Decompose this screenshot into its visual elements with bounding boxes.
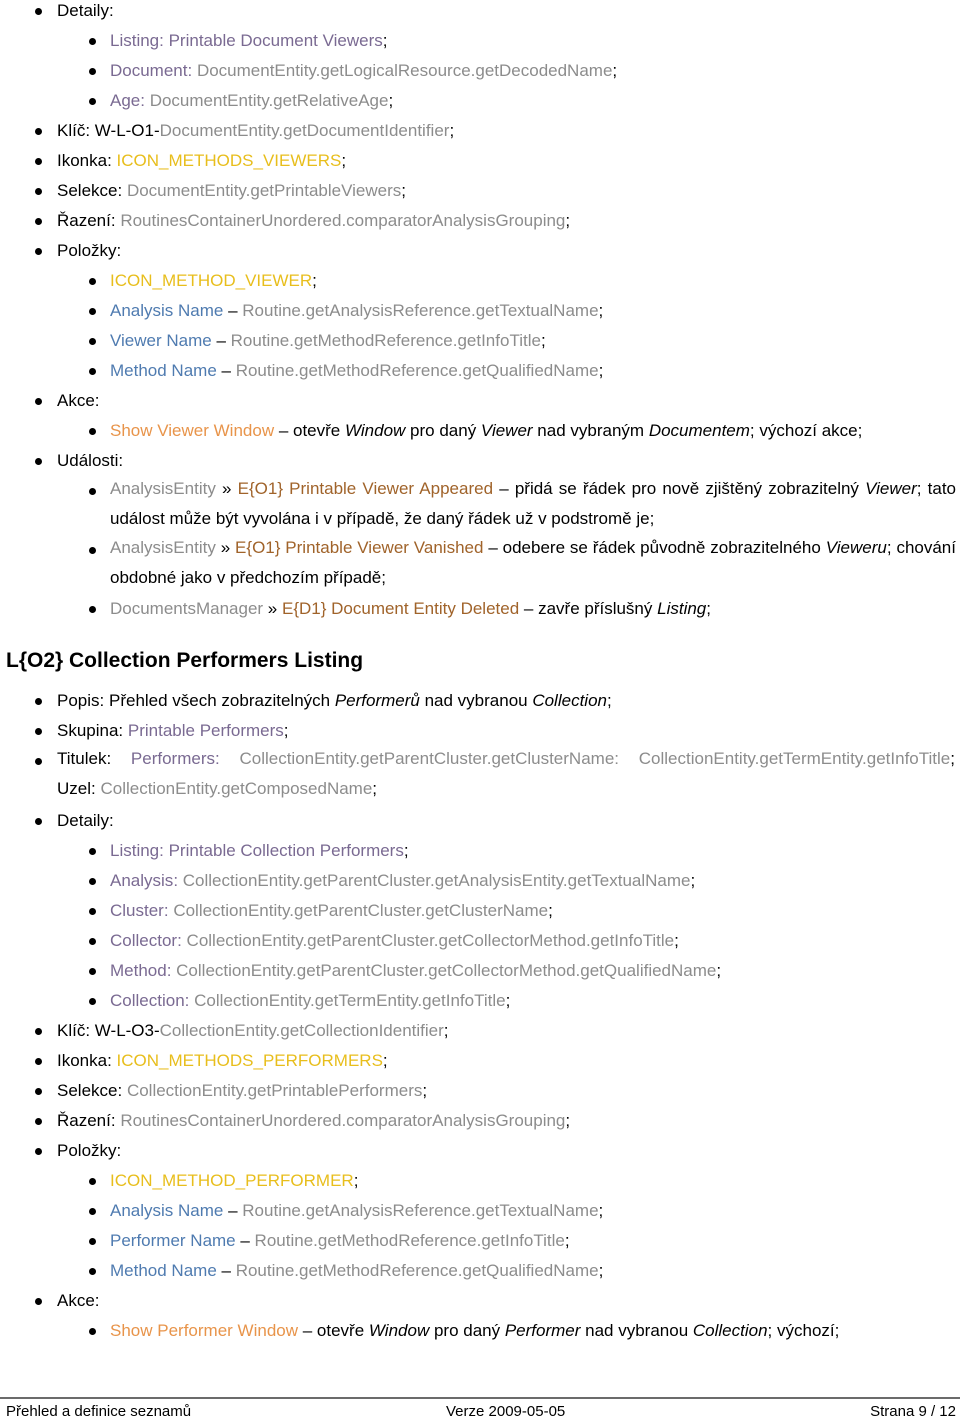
bullet <box>35 728 42 735</box>
detail-item: Cluster: CollectionEntity.getParentClust… <box>110 901 553 920</box>
bullet <box>89 68 96 75</box>
detail-item: Listing: Printable Document Viewers; <box>110 31 388 50</box>
event-item: AnalysisEntity » E{O1} Printable Viewer … <box>110 479 957 528</box>
bullet <box>35 458 42 465</box>
footer-version: Verze 2009-05-05 <box>446 1403 566 1420</box>
bullet <box>35 1298 42 1305</box>
bullet <box>89 848 96 855</box>
bullet <box>89 998 96 1005</box>
bullet <box>89 278 96 285</box>
bullet <box>89 38 96 45</box>
skupina-row: Skupina: Printable Performers; <box>57 721 289 740</box>
titulek-row: Titulek: Performers: CollectionEntity.ge… <box>57 749 955 798</box>
detail-item: Collection: CollectionEntity.getTermEnti… <box>110 991 511 1010</box>
klic-row: Klíč: W-L-O3-CollectionEntity.getCollect… <box>57 1021 449 1040</box>
footer-page-number: Strana 9 / 12 <box>870 1403 956 1420</box>
detail-item: Document: DocumentEntity.getLogicalResou… <box>110 61 618 80</box>
bullet <box>89 938 96 945</box>
bullet <box>35 218 42 225</box>
ikonka-row: Ikonka: ICON_METHODS_VIEWERS; <box>57 151 347 170</box>
bullet <box>35 398 42 405</box>
bullet <box>89 1328 96 1335</box>
detail-item: Method: CollectionEntity.getParentCluste… <box>110 961 722 980</box>
bullet <box>89 1238 96 1245</box>
detaily-label: Detaily: <box>57 811 114 830</box>
column-item: Analysis Name – Routine.getAnalysisRefer… <box>110 1201 604 1220</box>
detail-item: Listing: Printable Collection Performers… <box>110 841 409 860</box>
detaily-label: Detaily: <box>57 1 114 20</box>
bullet <box>89 428 96 435</box>
footer-divider <box>0 1397 960 1399</box>
section-heading: L{O2} Collection Performers Listing <box>6 649 364 672</box>
ikonka-row: Ikonka: ICON_METHODS_PERFORMERS; <box>57 1051 388 1070</box>
bullet <box>89 488 96 495</box>
bullet <box>35 248 42 255</box>
razeni-row: Řazení: RoutinesContainerUnordered.compa… <box>57 211 571 230</box>
razeni-row: Řazení: RoutinesContainerUnordered.compa… <box>57 1111 571 1130</box>
bullet <box>35 758 42 765</box>
bullet <box>89 1268 96 1275</box>
bullet <box>89 878 96 885</box>
akce-label: Akce: <box>57 1291 100 1310</box>
bullet <box>89 908 96 915</box>
udalosti-label: Události: <box>57 451 124 470</box>
polozky-label: Položky: <box>57 1141 122 1160</box>
bullet <box>35 8 42 15</box>
event-item: DocumentsManager » E{D1} Document Entity… <box>110 599 711 618</box>
bullet <box>35 128 42 135</box>
detail-item: Age: DocumentEntity.getRelativeAge; <box>110 91 394 110</box>
column-item: Method Name – Routine.getMethodReference… <box>110 1261 604 1280</box>
bullet <box>89 547 96 554</box>
action-item: Show Viewer Window – otevře Window pro d… <box>110 421 863 440</box>
bullet <box>89 606 96 613</box>
column-item: ICON_METHOD_VIEWER; <box>110 271 317 290</box>
bullet <box>89 368 96 375</box>
polozky-label: Položky: <box>57 241 122 260</box>
bullet <box>35 1058 42 1065</box>
bullet <box>35 1118 42 1125</box>
bullet <box>35 1148 42 1155</box>
bullet <box>89 1178 96 1185</box>
akce-label: Akce: <box>57 391 100 410</box>
bullet <box>35 1088 42 1095</box>
bullet <box>35 818 42 825</box>
column-item: Viewer Name – Routine.getMethodReference… <box>110 331 546 350</box>
bullet <box>89 308 96 315</box>
detail-item: Collector: CollectionEntity.getParentClu… <box>110 931 679 950</box>
column-item: Performer Name – Routine.getMethodRefere… <box>110 1231 570 1250</box>
bullet <box>35 1028 42 1035</box>
bullet <box>35 698 42 705</box>
bullet <box>89 338 96 345</box>
action-item: Show Performer Window – otevře Window pr… <box>110 1321 840 1340</box>
detail-item: Analysis: CollectionEntity.getParentClus… <box>110 871 696 890</box>
bullet <box>35 158 42 165</box>
bullet <box>89 968 96 975</box>
bullet <box>35 188 42 195</box>
selekce-row: Selekce: DocumentEntity.getPrintableView… <box>57 181 407 200</box>
bullet <box>89 1208 96 1215</box>
bullet <box>89 98 96 105</box>
column-item: Analysis Name – Routine.getAnalysisRefer… <box>110 301 604 320</box>
selekce-row: Selekce: CollectionEntity.getPrintablePe… <box>57 1081 428 1100</box>
popis-row: Popis: Přehled všech zobrazitelných Perf… <box>57 691 612 710</box>
klic-row: Klíč: W-L-O1-DocumentEntity.getDocumentI… <box>57 121 455 140</box>
column-item: Method Name – Routine.getMethodReference… <box>110 361 604 380</box>
column-item: ICON_METHOD_PERFORMER; <box>110 1171 359 1190</box>
event-item: AnalysisEntity » E{O1} Printable Viewer … <box>110 538 956 587</box>
footer-title: Přehled a definice seznamů <box>6 1403 192 1420</box>
